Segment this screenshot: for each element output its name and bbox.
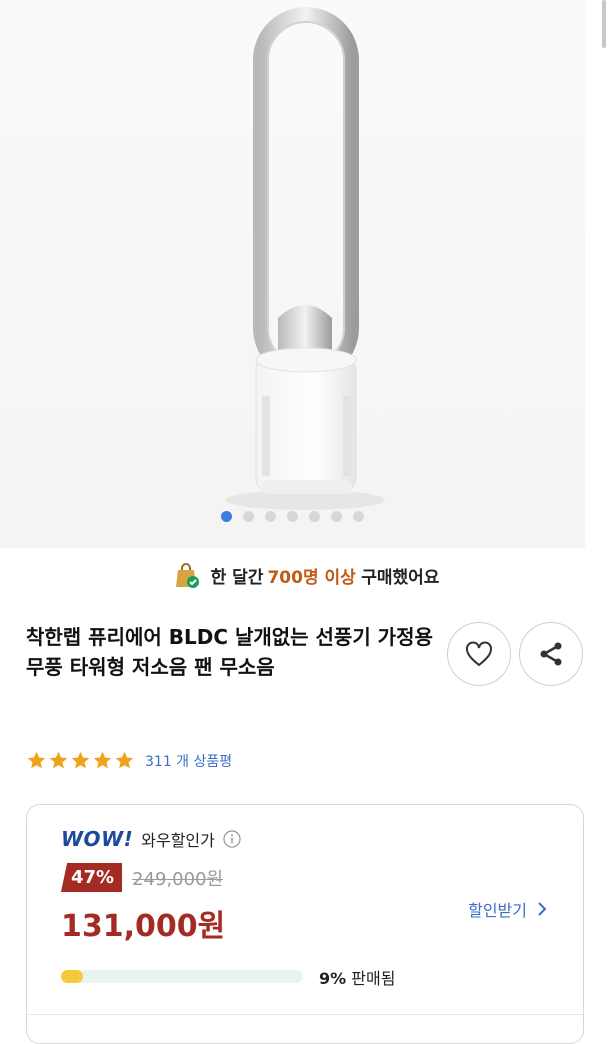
- sold-suffix: 판매됨: [351, 969, 396, 988]
- gallery-dot[interactable]: [331, 511, 342, 522]
- discount-row: 47% 249,000원: [61, 863, 223, 892]
- coupon-button[interactable]: 할인받기: [468, 897, 547, 921]
- gallery-dot[interactable]: [353, 511, 364, 522]
- banner-suffix: 구매했어요: [361, 567, 440, 588]
- sold-progress-bar: [61, 970, 303, 983]
- product-title: 착한랩 퓨리에어 BLDC 날개없는 선풍기 가정용 무풍 타워형 저소음 팬 …: [26, 625, 433, 679]
- wishlist-button[interactable]: [447, 622, 511, 686]
- wow-logo: WOW!: [61, 827, 134, 851]
- scrollbar[interactable]: [602, 0, 606, 48]
- chevron-right-icon: [538, 902, 547, 916]
- original-price: 249,000원: [132, 868, 224, 890]
- share-icon: [540, 642, 562, 666]
- gallery-dot[interactable]: [243, 511, 254, 522]
- star-icon: [49, 751, 68, 769]
- star-icon: [93, 751, 112, 769]
- card-divider: [27, 1014, 583, 1015]
- sold-percent: 9%: [319, 969, 347, 988]
- info-icon[interactable]: [223, 830, 241, 848]
- star-rating: [26, 750, 135, 771]
- sale-price: 131,000원: [61, 909, 226, 944]
- banner-prefix: 한 달간: [210, 567, 264, 588]
- star-icon: [27, 751, 46, 769]
- gallery-dot[interactable]: [221, 511, 232, 522]
- sold-progress-fill: [61, 970, 83, 983]
- tower-fan-image: [225, 7, 385, 510]
- price-card: WOW! 와우할인가 47% 249,000원 131,000원 할인받기 9%…: [26, 804, 584, 1044]
- star-icon: [115, 751, 134, 769]
- discount-badge: 47%: [61, 863, 123, 892]
- rating[interactable]: 311 개 상품평: [26, 750, 232, 771]
- wow-price-label: 와우할인가: [141, 831, 215, 850]
- purchase-banner: 한 달간 700명 이상 구매했어요: [0, 552, 610, 598]
- gallery-dot[interactable]: [265, 511, 276, 522]
- heart-icon: [466, 641, 492, 667]
- sold-text: 9% 판매됨: [319, 965, 395, 989]
- product-image[interactable]: [0, 0, 585, 548]
- coupon-label: 할인받기: [468, 901, 527, 920]
- banner-highlight: 700명 이상: [267, 567, 356, 588]
- review-count-link[interactable]: 311 개 상품평: [145, 751, 232, 771]
- share-button[interactable]: [519, 622, 583, 686]
- gallery-dot[interactable]: [309, 511, 320, 522]
- star-icon: [71, 751, 90, 769]
- gallery-dot[interactable]: [287, 511, 298, 522]
- gallery-dots[interactable]: [0, 511, 585, 522]
- wow-row: WOW! 와우할인가: [61, 827, 241, 851]
- shopping-bag-check-icon: [175, 563, 199, 588]
